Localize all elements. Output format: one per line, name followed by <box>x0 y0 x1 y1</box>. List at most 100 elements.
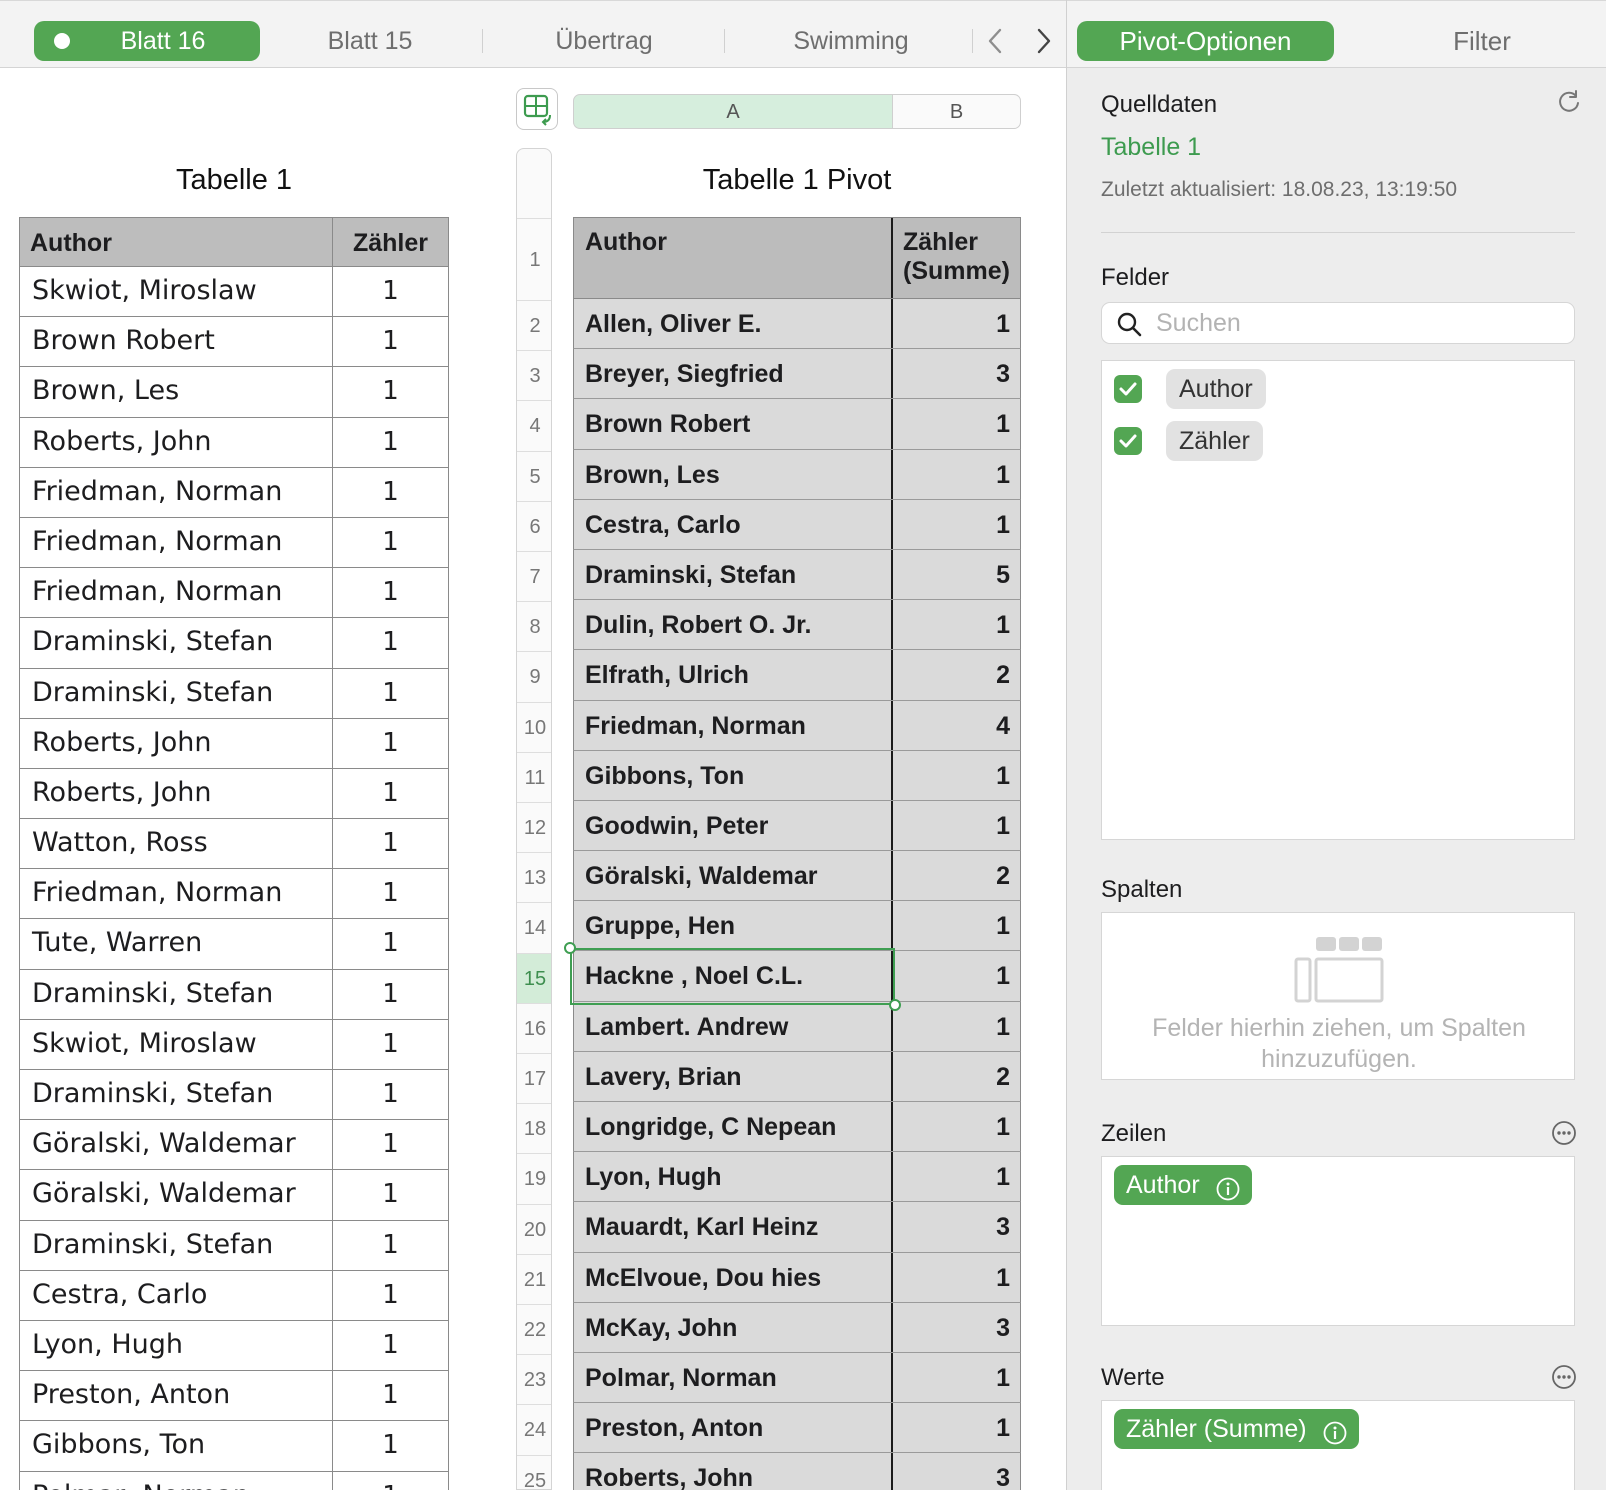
author-cell[interactable]: Cestra, Carlo <box>20 1270 333 1320</box>
pivot-row[interactable]: Longridge, C Nepean 1 <box>573 1102 1021 1153</box>
pivot-row[interactable]: Polmar, Norman 1 <box>573 1352 1021 1404</box>
table-row[interactable]: Roberts, John 1 <box>19 417 449 468</box>
row-number[interactable]: 18 <box>517 1103 551 1153</box>
row-number[interactable]: 23 <box>517 1354 551 1404</box>
count-cell[interactable]: 1 <box>333 1070 448 1119</box>
pivot-row[interactable]: Gruppe, Hen 1 <box>573 901 1021 952</box>
row-number[interactable]: 15 <box>517 952 551 1003</box>
author-cell[interactable]: Friedman, Norman <box>20 869 333 919</box>
tab-blatt-16[interactable]: Blatt 16 <box>34 21 260 61</box>
author-cell[interactable]: Gibbons, Ton <box>20 1421 333 1471</box>
pivot-sum-cell[interactable]: 3 <box>893 1202 1020 1251</box>
count-cell[interactable]: 1 <box>333 317 448 366</box>
pivot-author-cell[interactable]: Dulin, Robert O. Jr. <box>574 600 893 650</box>
pivot-row[interactable]: Goodwin, Peter 1 <box>573 800 1021 852</box>
row-number[interactable]: 22 <box>517 1304 551 1354</box>
count-cell[interactable]: 1 <box>333 669 448 718</box>
table-row[interactable]: Roberts, John 1 <box>19 768 449 820</box>
author-cell[interactable]: Polmar, Norman <box>20 1471 333 1490</box>
count-cell[interactable]: 1 <box>333 1020 448 1069</box>
tab-uebertrag[interactable]: Übertrag <box>494 21 714 61</box>
pivot-author-cell[interactable]: Preston, Anton <box>574 1403 893 1453</box>
pivot-sum-cell[interactable]: 1 <box>893 450 1020 499</box>
pivot-author-cell[interactable]: Lambert. Andrew <box>574 1001 893 1051</box>
row-number[interactable]: 2 <box>517 300 551 350</box>
pivot-row[interactable]: Lambert. Andrew 1 <box>573 1001 1021 1052</box>
author-cell[interactable]: Skwiot, Miroslaw <box>20 1019 333 1069</box>
pivot-row[interactable]: Draminski, Stefan 5 <box>573 549 1021 601</box>
pivot-sum-cell[interactable]: 1 <box>893 299 1020 348</box>
pivot-row[interactable]: Gibbons, Ton 1 <box>573 750 1021 801</box>
pivot-author-cell[interactable]: Roberts, John <box>574 1453 893 1490</box>
author-cell[interactable]: Preston, Anton <box>20 1371 333 1421</box>
values-pill-zaehler-summe[interactable]: Zähler (Summe) <box>1114 1409 1359 1449</box>
pivot-sum-cell[interactable]: 1 <box>893 1002 1020 1051</box>
pivot-header-sum[interactable]: Zähler (Summe) <box>893 218 1020 298</box>
pivot-row[interactable]: Elfrath, Ulrich 2 <box>573 650 1021 701</box>
columns-drop-zone[interactable]: Felder hierhin ziehen, um Spalten hinzuz… <box>1101 912 1575 1080</box>
count-cell[interactable]: 1 <box>333 970 448 1019</box>
source-table-link[interactable]: Tabelle 1 <box>1101 133 1201 162</box>
pivot-sum-cell[interactable]: 3 <box>893 1453 1020 1490</box>
pivot-header-author[interactable]: Author <box>574 218 893 298</box>
pivot-author-cell[interactable]: Gruppe, Hen <box>574 901 893 951</box>
count-cell[interactable]: 1 <box>333 1321 448 1370</box>
row-number[interactable]: 24 <box>517 1404 551 1454</box>
pivot-sum-cell[interactable]: 1 <box>893 1102 1020 1151</box>
row-number[interactable]: 20 <box>517 1203 551 1254</box>
pivot-sum-cell[interactable]: 1 <box>893 1253 1020 1302</box>
pivot-row[interactable]: Roberts, John 3 <box>573 1453 1021 1490</box>
rows-drop-zone[interactable]: Author <box>1101 1156 1575 1326</box>
table-row[interactable]: Friedman, Norman 1 <box>19 467 449 518</box>
pivot-table[interactable]: Author Zähler (Summe) Allen, Oliver E. 1 B… <box>573 217 1021 1490</box>
row-number[interactable]: 25 <box>517 1454 551 1489</box>
count-cell[interactable]: 1 <box>333 819 448 868</box>
rows-pill-author[interactable]: Author <box>1114 1165 1252 1205</box>
pivot-author-cell[interactable]: Göralski, Waldemar <box>574 851 893 901</box>
tab-blatt-15[interactable]: Blatt 15 <box>270 21 470 61</box>
pivot-author-cell[interactable]: Longridge, C Nepean <box>574 1102 893 1152</box>
count-cell[interactable]: 1 <box>333 1221 448 1270</box>
author-cell[interactable]: Göralski, Waldemar <box>20 1170 333 1220</box>
pivot-row[interactable]: Brown, Les 1 <box>573 449 1021 500</box>
tab-swimming[interactable]: Swimming <box>736 21 966 61</box>
pivot-author-cell[interactable]: McKay, John <box>574 1302 893 1352</box>
field-search[interactable] <box>1101 302 1575 344</box>
author-cell[interactable]: Roberts, John <box>20 417 333 467</box>
row-number[interactable]: 6 <box>517 500 551 551</box>
count-cell[interactable]: 1 <box>333 869 448 918</box>
row-number[interactable]: 21 <box>517 1253 551 1304</box>
pivot-sum-cell[interactable]: 3 <box>893 349 1020 398</box>
table-row[interactable]: Draminski, Stefan 1 <box>19 618 449 669</box>
values-more-options-icon[interactable] <box>1551 1364 1577 1390</box>
pivot-row[interactable]: Dulin, Robert O. Jr. 1 <box>573 600 1021 651</box>
rows-more-options-icon[interactable] <box>1551 1120 1577 1146</box>
pivot-author-cell[interactable]: Draminski, Stefan <box>574 549 893 600</box>
author-cell[interactable]: Skwiot, Miroslaw <box>20 267 333 317</box>
pivot-row[interactable]: Allen, Oliver E. 1 <box>573 299 1021 350</box>
count-cell[interactable]: 1 <box>333 719 448 768</box>
refresh-icon[interactable] <box>1555 88 1583 116</box>
author-cell[interactable]: Friedman, Norman <box>20 467 333 517</box>
pivot-row[interactable]: Cestra, Carlo 1 <box>573 499 1021 550</box>
row-number[interactable]: 16 <box>517 1002 551 1053</box>
pivot-row[interactable]: Lyon, Hugh 1 <box>573 1152 1021 1203</box>
table-row[interactable]: Roberts, John 1 <box>19 718 449 769</box>
pivot-sum-cell[interactable]: 1 <box>893 901 1020 950</box>
pivot-author-cell[interactable]: Brown Robert <box>574 399 893 449</box>
row-number[interactable]: 19 <box>517 1153 551 1203</box>
count-cell[interactable]: 1 <box>333 367 448 416</box>
author-cell[interactable]: Tute, Warren <box>20 919 333 969</box>
author-cell[interactable]: Friedman, Norman <box>20 517 333 568</box>
table-row[interactable]: Preston, Anton 1 <box>19 1371 449 1422</box>
column-header-zaehler[interactable]: Zähler <box>333 218 448 266</box>
row-number[interactable]: 13 <box>517 852 551 902</box>
row-number[interactable]: 14 <box>517 902 551 952</box>
pivot-sum-cell[interactable]: 3 <box>893 1303 1020 1352</box>
tab-pivot-options[interactable]: Pivot-Optionen <box>1077 21 1334 61</box>
author-cell[interactable]: Brown Robert <box>20 317 333 367</box>
pivot-author-cell[interactable]: Lavery, Brian <box>574 1051 893 1101</box>
author-cell[interactable]: Roberts, John <box>20 768 333 819</box>
column-header-b[interactable]: B <box>892 94 1021 129</box>
info-icon[interactable] <box>1216 1173 1240 1201</box>
